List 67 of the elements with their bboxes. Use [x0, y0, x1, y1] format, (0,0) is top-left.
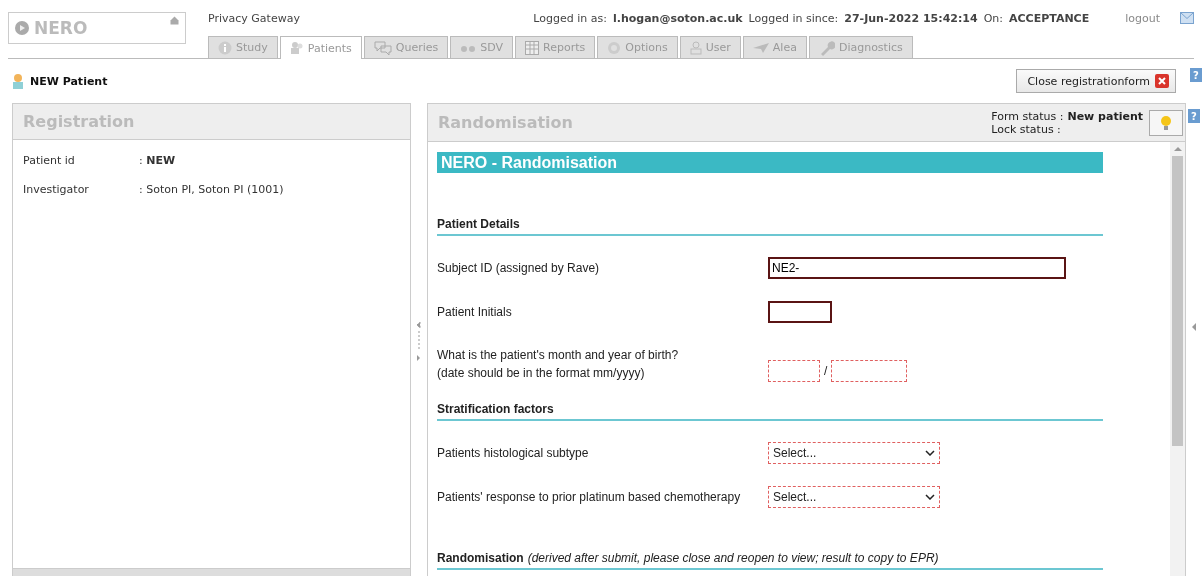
lightbulb-icon: [1161, 114, 1171, 131]
mail-icon[interactable]: [1180, 12, 1194, 24]
logout-link[interactable]: logout: [1125, 11, 1160, 25]
patient-icon: [12, 73, 24, 89]
nav-tab[interactable]: Patients: [279, 36, 362, 59]
close-form-button[interactable]: Close registrationform: [1016, 69, 1176, 93]
status-label: Form status :: [991, 109, 1064, 123]
field-label: Subject ID (assigned by Rave): [437, 260, 601, 277]
info-value: : NEW: [139, 154, 176, 167]
nav-tab[interactable]: SDV: [450, 36, 514, 58]
page-title: NEW Patient: [30, 74, 108, 88]
info-icon: [218, 40, 232, 55]
form-status: New patient: [1067, 109, 1143, 123]
section-title: Patient Details: [437, 217, 520, 231]
year-field[interactable]: [831, 360, 908, 382]
text-field[interactable]: [768, 301, 832, 323]
logo: NERO: [34, 18, 88, 38]
field-label: What is the patient's month and year of birth? (date should be in the format mm/yyyy): [437, 347, 680, 382]
subtitle: Privacy Gateway: [208, 11, 300, 25]
help-icon[interactable]: ?: [1188, 109, 1200, 123]
section-note: (derived after submit, please close and reopen to view; result to copy to EPR): [527, 551, 939, 565]
info-label: Investigator: [23, 183, 90, 196]
login-time: 27-Jun-2022 15:42:14: [844, 11, 978, 25]
info-value: : Soton PI, Soton PI (1001): [139, 183, 284, 196]
play-icon: [15, 21, 29, 35]
scroll-thumb[interactable]: [1172, 156, 1183, 446]
field-label: Patient Initials: [437, 304, 513, 321]
splitter-handle-icon[interactable]: [417, 321, 421, 361]
speech-bubbles-icon: [373, 40, 392, 55]
nav-tab[interactable]: Reports: [515, 36, 596, 58]
hint-button[interactable]: [1149, 109, 1183, 136]
session-label: Logged in since:: [748, 11, 839, 25]
nav-tab[interactable]: Study: [208, 36, 278, 58]
person-icon: [689, 40, 702, 55]
select-dropdown[interactable]: Select...: [768, 442, 940, 464]
scroll-up-icon[interactable]: [1173, 146, 1182, 152]
select-dropdown[interactable]: Select...: [768, 486, 940, 508]
environment-name: ACCEPTANCE: [1009, 11, 1090, 25]
form-banner: NERO - Randomisation: [437, 152, 1103, 173]
nav-tab[interactable]: Options: [597, 36, 678, 58]
plane-icon: [752, 42, 769, 53]
chevron-down-icon: [925, 450, 935, 456]
nav-tab[interactable]: Diagnostics: [808, 36, 913, 58]
month-field[interactable]: [768, 360, 820, 382]
nav-tab[interactable]: Queries: [363, 36, 449, 58]
session-label: On:: [983, 11, 1003, 25]
table-icon: [525, 40, 540, 55]
section-title: Stratification factors: [437, 402, 554, 416]
close-icon: [1155, 74, 1169, 88]
people-icon: [289, 41, 304, 55]
text-field[interactable]: NE2-: [768, 257, 1066, 279]
section-title: Randomisation: [437, 551, 524, 565]
chevron-down-icon: [925, 494, 935, 500]
date-separator: /: [824, 364, 828, 378]
user-email: l.hogan@soton.ac.uk: [612, 11, 743, 25]
scrollbar[interactable]: [1170, 142, 1185, 576]
help-icon[interactable]: ?: [1190, 68, 1202, 82]
nav-tab[interactable]: Alea: [742, 36, 807, 58]
session-label: Logged in as:: [533, 11, 607, 25]
info-label: Patient id: [23, 154, 76, 167]
field-label: Patients histological subtype: [437, 445, 590, 462]
status-label: Lock status :: [991, 122, 1062, 136]
field-label: Patients' response to prior platinum based chemotherapy: [437, 489, 742, 506]
nav-tab[interactable]: User: [679, 36, 741, 58]
home-icon[interactable]: [170, 16, 179, 25]
collapse-arrow-icon[interactable]: [1192, 323, 1196, 331]
logo-box[interactable]: NERO: [8, 12, 186, 44]
